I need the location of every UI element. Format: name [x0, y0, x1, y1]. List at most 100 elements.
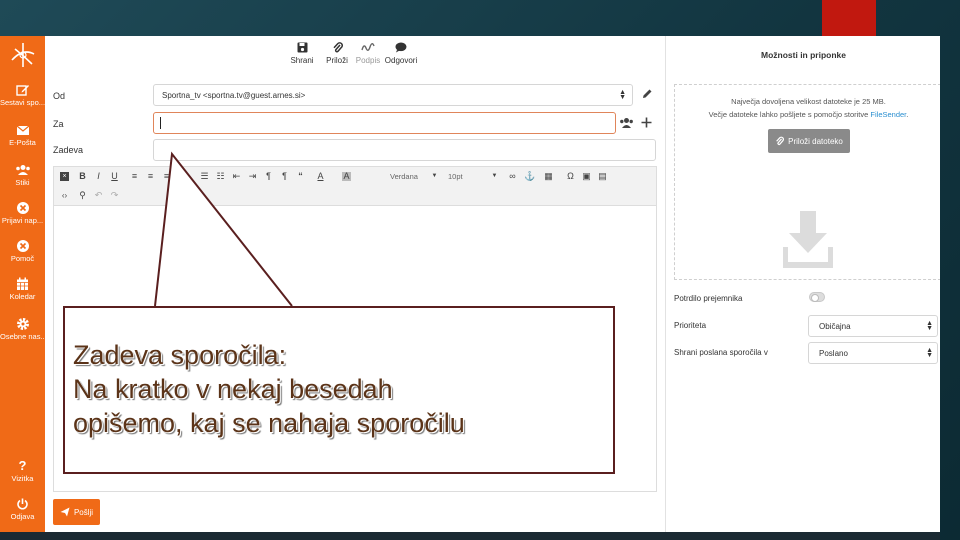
address-book-icon[interactable]	[619, 117, 634, 129]
send-label: Pošlji	[73, 507, 94, 517]
text-color-icon[interactable]: A	[316, 172, 325, 181]
attach-file-button[interactable]: Priloži datoteko	[768, 129, 850, 153]
anchor-icon[interactable]: ⚓	[524, 172, 535, 181]
to-input[interactable]	[153, 112, 616, 134]
link-icon[interactable]: ∞	[508, 172, 517, 181]
italic-icon[interactable]: I	[94, 172, 103, 181]
sidebar-item-email[interactable]: E-Pošta	[0, 122, 45, 147]
sidebar-item-settings[interactable]: Osebne nas...	[0, 316, 45, 341]
from-select[interactable]: Sportna_tv <sportna.tv@guest.arnes.si> ▲…	[153, 84, 633, 106]
code-icon[interactable]: ‹›	[60, 191, 69, 200]
sidebar-item-label: Prijavi nap...	[1, 216, 44, 225]
align-justify-icon[interactable]: ≡	[178, 172, 187, 181]
background-color-icon[interactable]: A	[342, 172, 351, 181]
from-value: Sportna_tv <sportna.tv@guest.arnes.si>	[162, 91, 306, 100]
undo-icon[interactable]: ↶	[94, 191, 103, 200]
sidebar-item-help[interactable]: Pomoč	[0, 238, 45, 263]
send-button[interactable]: Pošlji	[53, 499, 100, 525]
attach-button[interactable]: Priloži	[324, 42, 350, 65]
select-arrows-icon: ▲ ▼	[926, 320, 933, 332]
align-center-icon[interactable]: ≡	[146, 172, 155, 181]
gear-icon	[16, 318, 29, 330]
max-size-text: Največja dovoljena velikost datoteke je …	[731, 97, 886, 106]
paperclip-icon	[332, 42, 343, 53]
to-label: Za	[53, 119, 64, 129]
slide-red-block	[822, 0, 876, 36]
editor-toolbar: × B I U ≡ ≡ ≡ ≡ ☰ ☷ ⇤ ⇥ ¶ ¶ “ A A Verdan…	[53, 166, 657, 206]
bullet-list-icon[interactable]: ☰	[200, 172, 209, 181]
search-replace-icon[interactable]: ⚲	[78, 191, 87, 200]
select-arrows-icon: ▲ ▼	[926, 347, 933, 359]
question-icon: ?	[18, 458, 27, 473]
sidebar-item-label: Koledar	[9, 292, 36, 301]
callout-line-2: Na kratko v nekaj besedah	[73, 374, 393, 404]
filesender-suffix: .	[906, 110, 909, 119]
indent-icon[interactable]: ⇥	[248, 172, 257, 181]
calendar-icon	[17, 277, 28, 290]
edit-icon	[15, 85, 29, 96]
select-arrows-icon: ▲ ▼	[619, 89, 626, 101]
replies-label: Odgovori	[384, 56, 418, 65]
read-receipt-toggle[interactable]	[809, 292, 825, 302]
sidebar-item-label: Stiki	[15, 178, 30, 187]
chevron-down-icon: ▼	[431, 173, 438, 179]
attachment-dropzone[interactable]: Največja dovoljena velikost datoteke je …	[674, 84, 940, 280]
rtl-icon[interactable]: ¶	[280, 172, 289, 181]
attach-label: Priloži	[326, 56, 348, 65]
sidebar-item-label: Osebne nas...	[0, 332, 45, 341]
filesender-prefix: Večje datoteke lahko pošljete s pomočjo …	[708, 110, 871, 119]
sidebar-item-vizitka[interactable]: ? Vizitka	[0, 458, 45, 483]
source-icon[interactable]: ×	[60, 172, 69, 181]
add-recipient-icon[interactable]	[641, 117, 652, 128]
save-label: Shrani	[290, 56, 314, 65]
floppy-icon	[297, 42, 307, 53]
align-left-icon[interactable]: ≡	[130, 172, 139, 181]
signature-button[interactable]: Podpis	[353, 42, 383, 65]
help-circle-icon	[16, 240, 29, 252]
sidebar: Sestavi spo... E-Pošta Stiki Prijavi nap…	[0, 36, 45, 532]
subject-input[interactable]	[153, 139, 656, 161]
replies-button[interactable]: Odgovori	[384, 42, 418, 65]
attach-file-label: Priloži datoteko	[788, 136, 843, 146]
sidebar-item-compose[interactable]: Sestavi spo...	[0, 82, 45, 107]
media-icon[interactable]: ▤	[598, 172, 607, 181]
image-icon[interactable]: ▣	[582, 172, 591, 181]
download-icon	[783, 211, 833, 268]
signature-label: Podpis	[355, 56, 381, 65]
sidebar-item-label: E-Pošta	[9, 138, 36, 147]
mail-icon	[16, 125, 29, 135]
callout-box: Zadeva sporočila: Na kratko v nekaj bese…	[63, 306, 615, 474]
priority-value: Običajna	[819, 322, 851, 331]
special-char-icon[interactable]: Ω	[566, 172, 575, 181]
sidebar-item-calendar[interactable]: Koledar	[0, 276, 45, 301]
callout-line-3: opišemo, kaj se nahaja sporočilu	[73, 408, 465, 438]
underline-icon[interactable]: U	[110, 172, 119, 181]
font-size-select[interactable]: 10pt	[448, 172, 463, 181]
outdent-icon[interactable]: ⇤	[232, 172, 241, 181]
sidebar-item-report[interactable]: Prijavi nap...	[0, 200, 45, 225]
options-title: Možnosti in priponke	[761, 50, 846, 60]
table-icon[interactable]: ▦	[544, 172, 553, 181]
chevron-down-icon: ▼	[491, 173, 498, 179]
filesender-link[interactable]: FileSender	[870, 110, 906, 119]
font-name-select[interactable]: Verdana	[390, 172, 418, 181]
sidebar-item-logout[interactable]: Odjava	[0, 496, 45, 521]
redo-icon[interactable]: ↷	[110, 191, 119, 200]
signature-icon	[361, 43, 375, 51]
numbered-list-icon[interactable]: ☷	[216, 172, 225, 181]
contacts-icon	[15, 165, 30, 175]
blockquote-icon[interactable]: “	[296, 172, 305, 181]
save-button[interactable]: Shrani	[289, 42, 315, 65]
paperclip-icon	[776, 136, 785, 146]
callout-line-1: Zadeva sporočila:	[73, 340, 287, 370]
sidebar-item-contacts[interactable]: Stiki	[0, 162, 45, 187]
priority-select[interactable]: Običajna ▲ ▼	[808, 315, 938, 337]
sidebar-item-label: Sestavi spo...	[0, 98, 45, 107]
edit-pencil-icon[interactable]	[641, 88, 653, 100]
priority-label: Prioriteta	[674, 321, 707, 330]
bold-icon[interactable]: B	[78, 172, 87, 181]
filesender-text: Večje datoteke lahko pošljete s pomočjo …	[675, 110, 940, 119]
align-right-icon[interactable]: ≡	[162, 172, 171, 181]
save-sent-select[interactable]: Poslano ▲ ▼	[808, 342, 938, 364]
ltr-icon[interactable]: ¶	[264, 172, 273, 181]
